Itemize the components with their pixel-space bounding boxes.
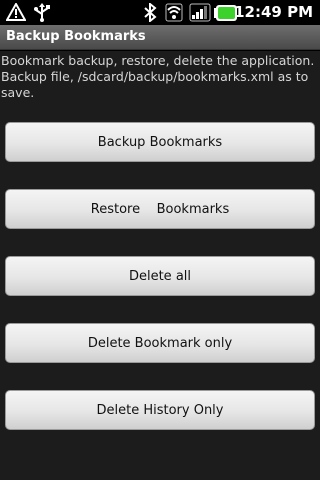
main-content: Bookmark backup, restore, delete the app… — [0, 51, 320, 480]
wifi-icon — [165, 3, 183, 26]
description-line: save. — [1, 85, 35, 100]
delete-bookmark-only-button[interactable]: Delete Bookmark only — [5, 323, 315, 363]
usb-icon — [32, 3, 52, 26]
backup-bookmarks-button[interactable]: Backup Bookmarks — [5, 122, 315, 162]
warning-icon — [5, 1, 27, 25]
restore-bookmarks-button[interactable]: Restore Bookmarks — [5, 189, 315, 229]
signal-icon — [189, 3, 211, 26]
description: Bookmark backup, restore, delete the app… — [1, 53, 319, 101]
description-line: Bookmark backup, restore, delete the app… — [1, 53, 315, 68]
description-line: Backup file, /sdcard/backup/bookmarks.xm… — [1, 69, 309, 84]
title-bar: Backup Bookmarks — [0, 25, 320, 50]
bluetooth-icon — [143, 1, 157, 26]
delete-history-only-button[interactable]: Delete History Only — [5, 390, 315, 430]
status-clock: 12:49 PM — [234, 3, 313, 21]
delete-all-button[interactable]: Delete all — [5, 256, 315, 296]
status-bar: 12:49 PM — [0, 0, 320, 25]
app-title: Backup Bookmarks — [6, 29, 146, 44]
